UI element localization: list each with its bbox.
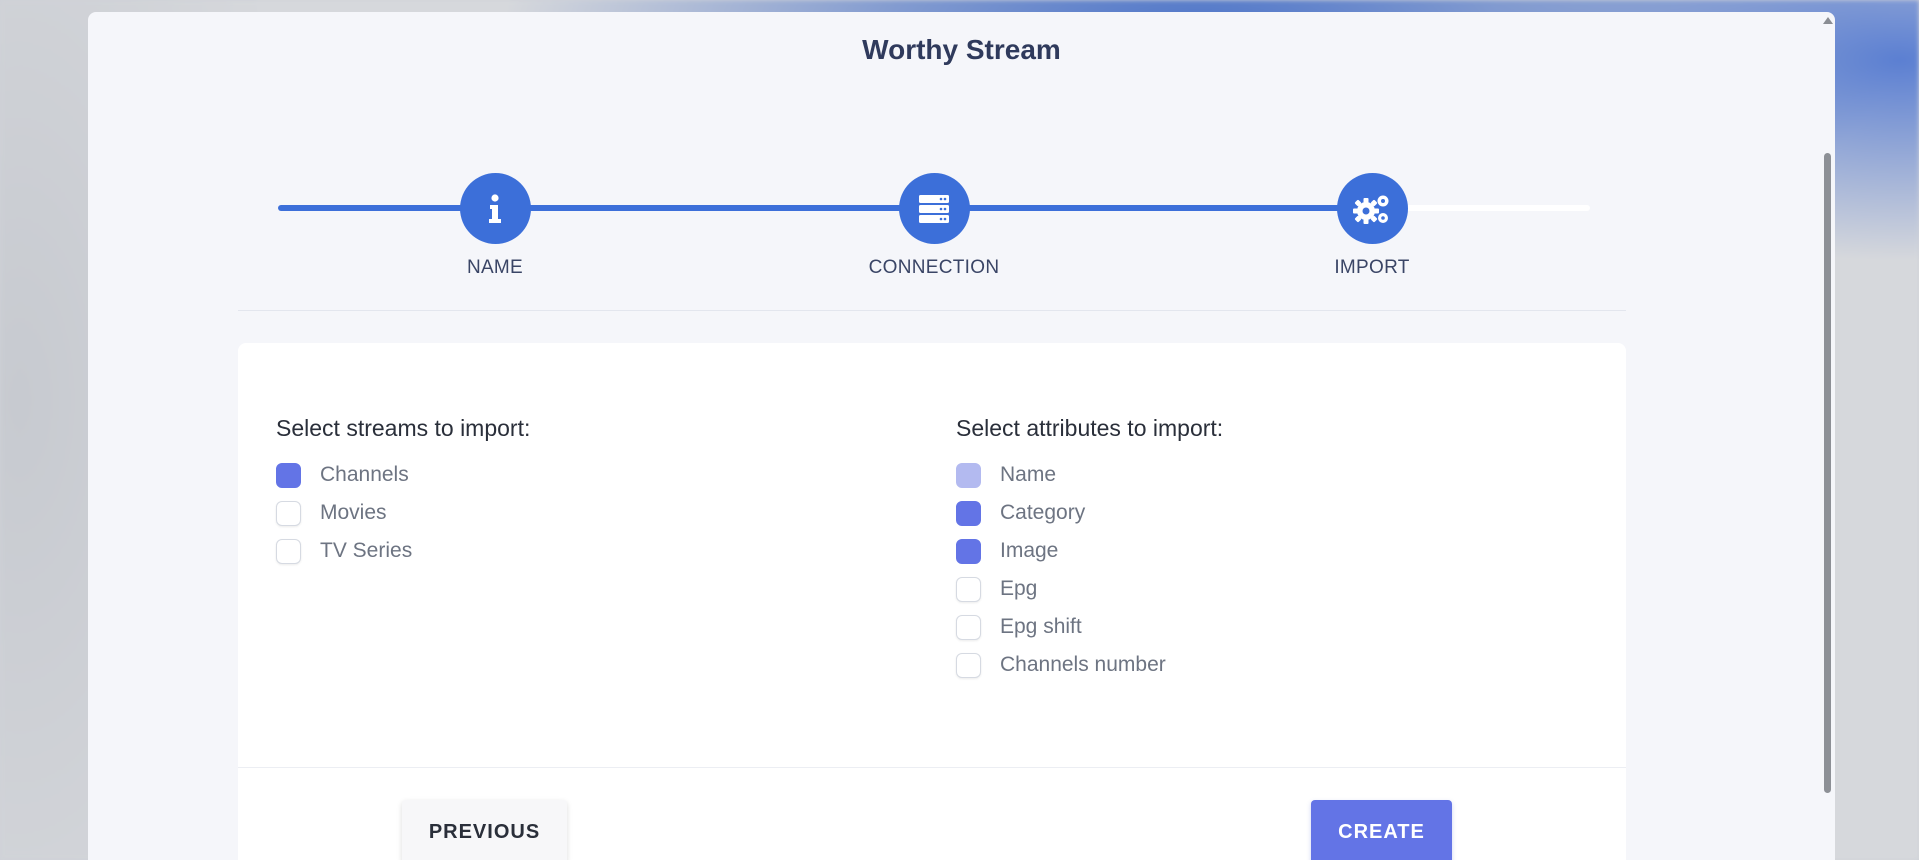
scrollbar[interactable] — [1821, 12, 1835, 860]
create-button[interactable]: CREATE — [1311, 800, 1452, 860]
attributes-section: Select attributes to import: Name Catego… — [956, 415, 1223, 684]
attribute-option-name: Name — [956, 456, 1223, 494]
streams-section: Select streams to import: Channels Movie… — [276, 415, 530, 570]
server-icon — [898, 173, 970, 244]
checkbox-epg-shift[interactable] — [956, 614, 981, 640]
checkbox-label: Epg — [1000, 577, 1038, 600]
checkbox-channels[interactable] — [276, 462, 301, 488]
footer-divider — [238, 767, 1626, 768]
attribute-option-epg[interactable]: Epg — [956, 570, 1223, 608]
attribute-option-epg-shift[interactable]: Epg shift — [956, 608, 1223, 646]
attributes-heading: Select attributes to import: — [956, 415, 1224, 441]
step-name[interactable]: NAME — [405, 173, 585, 279]
modal-title: Worthy Stream — [862, 34, 1061, 65]
checkbox-label: Channels number — [1000, 653, 1166, 676]
checkbox-label: Name — [1000, 463, 1057, 486]
create-stream-modal: Worthy Stream NAME CONNECTION IMPORT Sel… — [88, 12, 1835, 860]
streams-heading: Select streams to import: — [276, 415, 531, 441]
checkbox-image[interactable] — [956, 538, 981, 564]
info-icon — [459, 173, 531, 244]
step-connection[interactable]: CONNECTION — [844, 173, 1024, 279]
gears-icon — [1336, 173, 1408, 244]
checkbox-label: Image — [1000, 539, 1059, 562]
step-label-name: NAME — [466, 257, 524, 278]
checkbox-label: TV Series — [320, 539, 413, 562]
attribute-option-channels-number[interactable]: Channels number — [956, 646, 1223, 684]
checkbox-movies[interactable] — [276, 500, 301, 526]
step-import[interactable]: IMPORT — [1282, 173, 1462, 279]
scroll-up-arrow-icon[interactable] — [1823, 17, 1833, 24]
stream-option-channels[interactable]: Channels — [276, 456, 530, 494]
stream-option-tv-series[interactable]: TV Series — [276, 532, 530, 570]
previous-button[interactable]: PREVIOUS — [402, 800, 567, 860]
checkbox-label: Channels — [320, 463, 409, 486]
checkbox-name — [956, 462, 981, 488]
step-label-connection: CONNECTION — [868, 257, 1000, 278]
stepper: NAME CONNECTION IMPORT — [278, 162, 1590, 292]
checkbox-channels-number[interactable] — [956, 652, 981, 678]
checkbox-label: Epg shift — [1000, 615, 1082, 638]
stream-option-movies[interactable]: Movies — [276, 494, 530, 532]
import-options-card: Select streams to import: Channels Movie… — [238, 343, 1626, 860]
checkbox-tv-series[interactable] — [276, 538, 301, 564]
checkbox-category[interactable] — [956, 500, 981, 526]
stepper-divider — [238, 310, 1626, 311]
checkbox-label: Movies — [320, 501, 387, 524]
step-label-import: IMPORT — [1334, 257, 1410, 278]
attribute-option-image[interactable]: Image — [956, 532, 1223, 570]
scrollbar-thumb[interactable] — [1824, 153, 1831, 793]
checkbox-label: Category — [1000, 501, 1086, 524]
checkbox-epg[interactable] — [956, 576, 981, 602]
attribute-option-category[interactable]: Category — [956, 494, 1223, 532]
